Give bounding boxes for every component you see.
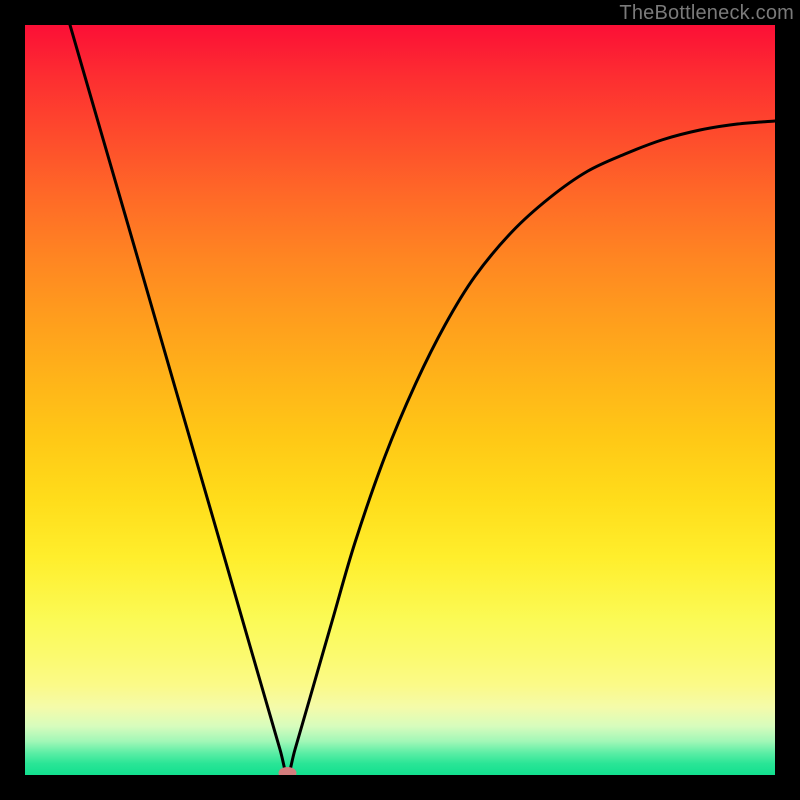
plot-area bbox=[25, 25, 775, 775]
watermark-text: TheBottleneck.com bbox=[619, 2, 794, 25]
bottleneck-curve bbox=[25, 25, 775, 775]
chart-frame: TheBottleneck.com bbox=[0, 0, 800, 800]
curve-line bbox=[70, 25, 775, 775]
minimum-marker bbox=[279, 767, 297, 775]
